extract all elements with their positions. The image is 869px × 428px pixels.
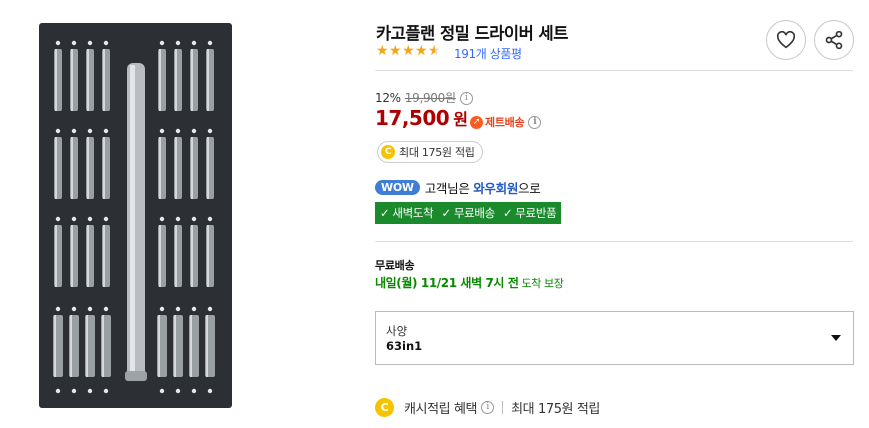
- info-icon[interactable]: i: [459, 92, 473, 105]
- rocket-icon: ➚: [470, 115, 483, 129]
- sale-price: 17,500 원: [375, 106, 468, 130]
- delivery-date: 내일(월) 11/21 새벽 7시 전 도착 보장: [375, 274, 564, 291]
- star-icon: ★: [415, 43, 428, 59]
- half-star-icon: ★: [428, 43, 441, 59]
- benefit-free-shipping: 무료배송: [441, 205, 495, 221]
- option-label: 사양: [386, 324, 408, 338]
- info-icon[interactable]: i: [481, 401, 495, 414]
- review-count-link[interactable]: 191개 상품평: [454, 45, 522, 62]
- rocket-label: 제트배송: [485, 116, 525, 129]
- discount-rate: 12%: [375, 91, 401, 105]
- divider: [375, 70, 853, 71]
- wishlist-button[interactable]: [766, 20, 806, 60]
- shipping-label: 무료배송: [375, 259, 415, 272]
- share-button[interactable]: [814, 20, 854, 60]
- info-icon[interactable]: i: [528, 115, 542, 129]
- wow-benefits-bar: 새벽도착 무료배송 무료반품: [375, 202, 562, 224]
- product-image: [39, 23, 232, 408]
- wow-text-suffix: 으로: [518, 181, 541, 196]
- chevron-down-icon: [831, 335, 841, 341]
- discount-row: 12% 19,900원 i: [375, 89, 473, 106]
- currency-suffix: 원: [453, 110, 468, 129]
- original-price: 19,900원: [404, 91, 456, 105]
- option-value: 63in1: [386, 339, 423, 353]
- benefit-dawn-delivery: 새벽도착: [380, 205, 433, 221]
- star-icon: ★: [376, 43, 389, 59]
- rocket-delivery-badge: ➚ 제트배송 i: [470, 114, 542, 130]
- share-icon: [825, 30, 843, 50]
- wow-text-prefix: 고객님은: [424, 181, 470, 196]
- star-icon: ★: [402, 43, 415, 59]
- wow-badge: WOW: [375, 180, 420, 195]
- delivery-date-text: 내일(월) 11/21 새벽 7시 전: [375, 276, 519, 290]
- product-title: 카고플랜 정밀 드라이버 세트: [376, 24, 568, 43]
- coin-icon: C: [375, 398, 394, 417]
- divider: [375, 241, 853, 242]
- heart-icon: [776, 31, 796, 49]
- wow-member-row: WOW 고객님은 와우회원 으로: [375, 178, 541, 197]
- delivery-guarantee: 도착 보장: [521, 277, 564, 290]
- cash-benefit-row: C 캐시적립 혜택 i 최대 175원 적립: [375, 398, 600, 417]
- option-select[interactable]: 사양 63in1: [375, 311, 854, 365]
- cash-benefit-max: 최대 175원 적립: [511, 402, 600, 417]
- rating-stars: ★ ★ ★ ★ ★: [376, 43, 441, 59]
- cash-benefit-label: 캐시적립 혜택: [404, 402, 478, 417]
- wow-member-link[interactable]: 와우회원: [473, 178, 518, 197]
- benefit-free-return: 무료반품: [503, 205, 556, 221]
- cashback-text: 최대 175원 적립: [399, 146, 475, 159]
- sale-price-value: 17,500: [375, 106, 450, 130]
- star-icon: ★: [389, 43, 402, 59]
- separator: [502, 401, 504, 414]
- cashback-badge: C 최대 175원 적립: [377, 141, 483, 163]
- coin-icon: C: [381, 145, 395, 159]
